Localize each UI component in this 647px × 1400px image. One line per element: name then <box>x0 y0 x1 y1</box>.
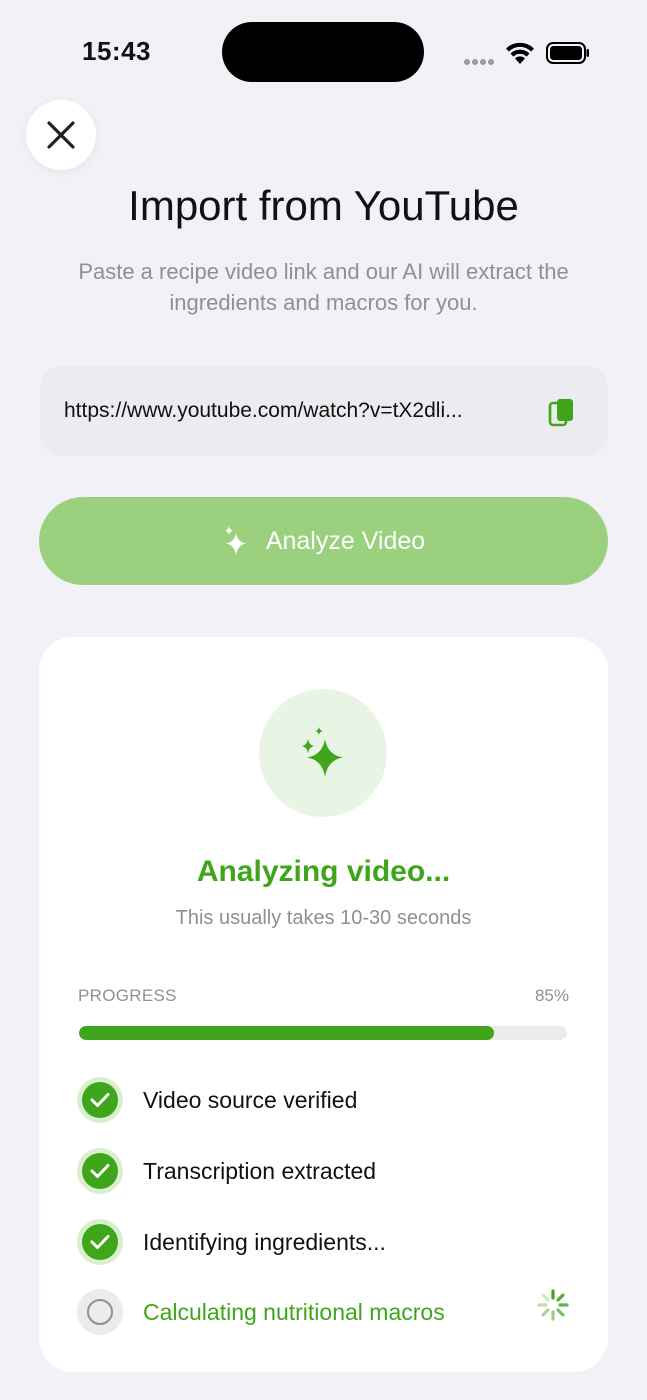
analysis-status-title: Analyzing video... <box>196 855 451 888</box>
cellular-signal-icon <box>464 52 496 65</box>
progress-label: PROGRESS <box>78 986 177 1005</box>
sparkles-icon <box>302 727 343 777</box>
youtube-url-field[interactable]: https://www.youtube.com/watch?v=tX2dli..… <box>40 366 608 456</box>
step-video-source: Video source verified <box>77 1077 577 1123</box>
analyze-video-button[interactable]: Analyze Video <box>39 497 608 585</box>
status-time: 15:43 <box>82 36 151 66</box>
step-label: Calculating nutritional macros <box>143 1298 445 1325</box>
battery-icon <box>546 42 589 64</box>
page-title: Import from YouTube <box>128 182 519 229</box>
analysis-badge <box>259 689 387 817</box>
spinner-icon <box>537 1289 569 1321</box>
page-subtitle: Paste a recipe video link and our AI wil… <box>78 259 569 315</box>
paste-icon[interactable] <box>548 397 576 427</box>
step-transcription: Transcription extracted <box>77 1148 577 1194</box>
analyze-video-label: Analyze Video <box>265 526 426 555</box>
status-bar: 15:43 <box>0 0 647 100</box>
close-button[interactable] <box>26 100 96 170</box>
step-macros: Calculating nutritional macros <box>77 1289 577 1335</box>
step-ingredients: Identifying ingredients... <box>77 1219 577 1265</box>
wifi-icon <box>506 42 534 64</box>
pending-icon <box>77 1289 123 1335</box>
progress-percent: 85% <box>534 986 569 1005</box>
check-icon <box>77 1219 123 1265</box>
step-label: Transcription extracted <box>143 1157 377 1184</box>
progress-bar-fill <box>79 1026 494 1040</box>
check-icon <box>77 1148 123 1194</box>
youtube-url-input[interactable]: https://www.youtube.com/watch?v=tX2dli..… <box>64 399 544 423</box>
check-icon <box>77 1077 123 1123</box>
step-label: Video source verified <box>143 1086 358 1113</box>
analysis-status-subtitle: This usually takes 10-30 seconds <box>175 907 472 929</box>
dynamic-island <box>222 22 424 82</box>
analysis-card: Analyzing video... This usually takes 10… <box>39 637 608 1372</box>
sparkles-icon <box>224 526 246 555</box>
close-icon <box>47 121 75 149</box>
step-label: Identifying ingredients... <box>143 1228 386 1255</box>
progress-bar <box>79 1026 567 1040</box>
